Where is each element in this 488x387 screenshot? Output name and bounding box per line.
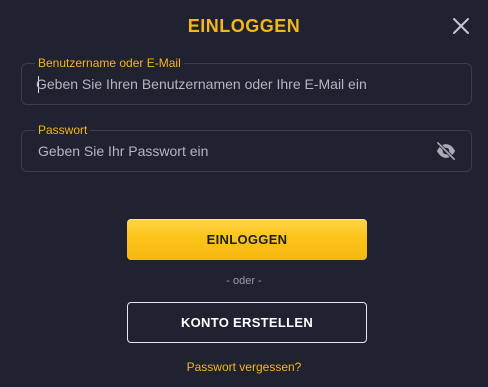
eye-slash-icon[interactable] bbox=[435, 141, 457, 161]
create-account-button[interactable]: KONTO ERSTELLEN bbox=[127, 302, 367, 343]
login-button[interactable]: EINLOGGEN bbox=[127, 219, 367, 260]
forgot-password-link[interactable]: Passwort vergessen? bbox=[0, 360, 488, 374]
password-field: Passwort bbox=[21, 123, 472, 172]
username-input[interactable] bbox=[36, 64, 436, 104]
login-modal: EINLOGGEN Benutzername oder E-Mail Passw… bbox=[0, 0, 488, 387]
username-field: Benutzername oder E-Mail bbox=[21, 56, 472, 105]
password-input[interactable] bbox=[38, 131, 438, 171]
modal-title: EINLOGGEN bbox=[187, 16, 301, 36]
close-icon[interactable] bbox=[450, 15, 472, 37]
or-divider: - oder - bbox=[226, 275, 262, 287]
